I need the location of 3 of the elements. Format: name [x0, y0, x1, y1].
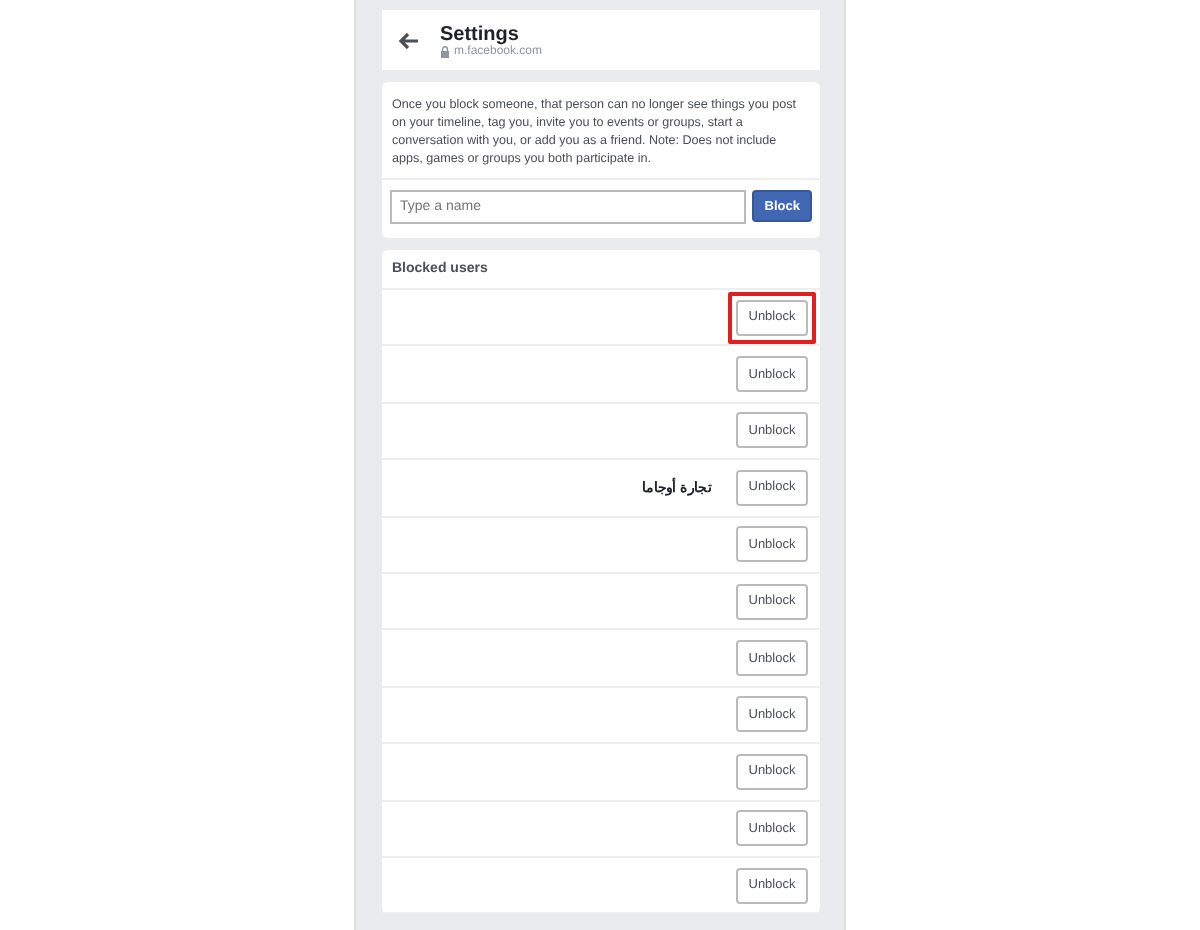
back-arrow-icon[interactable] [398, 31, 420, 49]
page-title: Settings [440, 23, 521, 45]
lock-icon [440, 45, 450, 57]
